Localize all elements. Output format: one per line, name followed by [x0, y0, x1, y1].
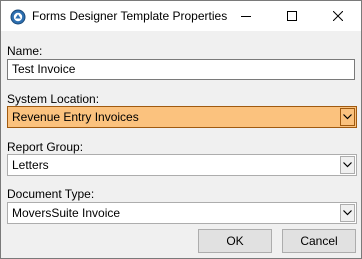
document-type-select[interactable]: MoversSuite Invoice [7, 202, 357, 224]
chevron-down-icon [343, 114, 352, 120]
system-location-value: Revenue Entry Invoices [12, 110, 139, 124]
system-location-dropdown-button[interactable] [340, 108, 355, 126]
system-location-label: System Location: [7, 92, 100, 106]
system-location-select[interactable]: Revenue Entry Invoices [7, 106, 357, 128]
report-group-dropdown-button[interactable] [340, 156, 355, 174]
document-type-label: Document Type: [7, 187, 95, 201]
document-type-value: MoversSuite Invoice [12, 206, 121, 220]
name-field[interactable]: Test Invoice [7, 59, 355, 80]
minimize-button[interactable] [223, 1, 269, 31]
report-group-label: Report Group: [7, 140, 84, 154]
document-type-dropdown-button[interactable] [340, 204, 355, 222]
maximize-button[interactable] [269, 1, 315, 31]
maximize-icon [287, 11, 297, 21]
chevron-down-icon [343, 162, 352, 168]
dialog-window: Forms Designer Template Properties Name:… [0, 0, 362, 259]
report-group-value: Letters [12, 158, 49, 172]
app-icon [10, 9, 26, 25]
chevron-down-icon [343, 210, 352, 216]
name-label: Name: [7, 44, 43, 58]
minimize-icon [241, 16, 251, 17]
window-title: Forms Designer Template Properties [32, 9, 228, 23]
close-button[interactable] [315, 1, 361, 31]
ok-button[interactable]: OK [198, 229, 272, 253]
close-icon [333, 11, 343, 21]
cancel-button[interactable]: Cancel [282, 229, 356, 253]
title-bar: Forms Designer Template Properties [1, 1, 361, 31]
report-group-select[interactable]: Letters [7, 154, 357, 176]
